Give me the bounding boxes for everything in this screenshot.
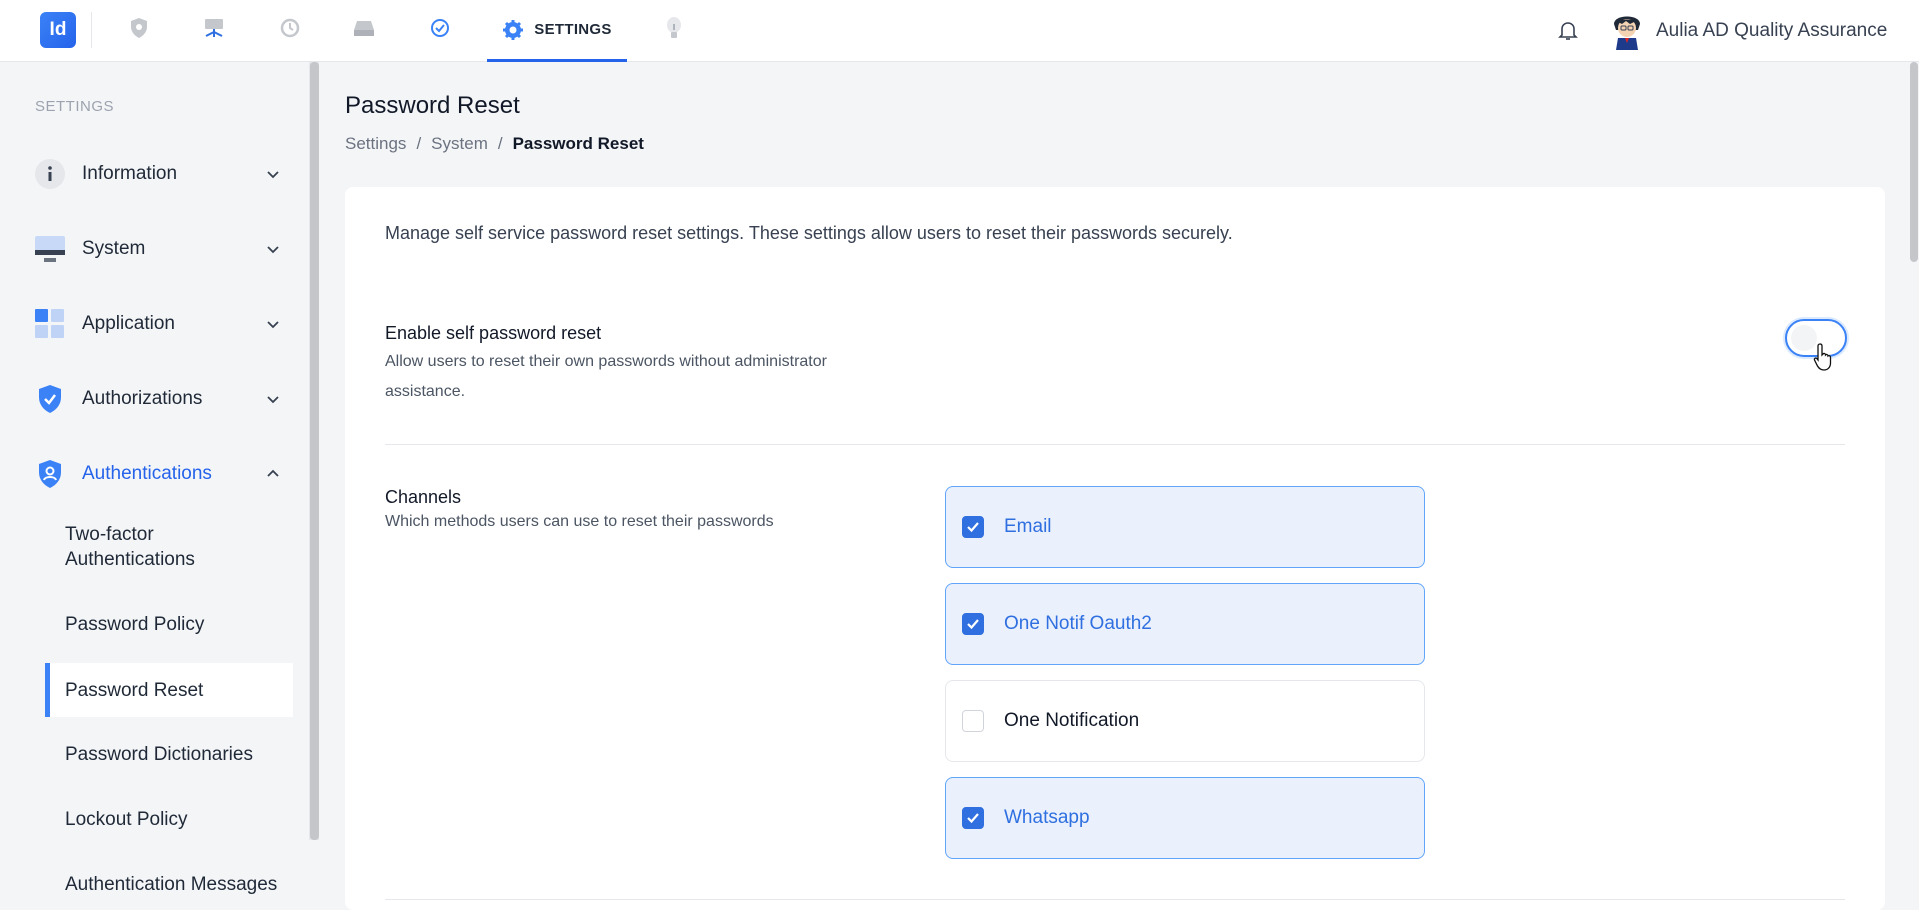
chevron-down-icon [267, 246, 279, 254]
sidebar-item-label: Application [82, 313, 175, 334]
avatar[interactable] [1608, 10, 1646, 50]
tab-settings[interactable]: SETTINGS [487, 0, 627, 62]
sidebar-item-label: Information [82, 163, 178, 184]
breadcrumb-separator: / [416, 134, 422, 153]
monitor-tree-icon[interactable] [202, 16, 226, 40]
channel-one-notification[interactable]: One Notification [945, 680, 1425, 762]
history-icon[interactable] [278, 16, 302, 40]
channel-label: Whatsapp [1004, 807, 1090, 828]
chevron-down-icon [267, 171, 279, 179]
gear-icon [503, 19, 524, 40]
channel-label: One Notification [1004, 710, 1140, 731]
sidebar-item-label: System [82, 238, 146, 259]
checkbox-checked[interactable] [962, 807, 984, 829]
sidebar-subitem-authentication-messages[interactable]: Authentication Messages [45, 872, 293, 897]
channel-label: One Notif Oauth2 [1004, 613, 1152, 634]
sidebar-subitem-two-factor[interactable]: Two-factor Authentications [45, 522, 293, 572]
subitem-label: Password Dictionaries [65, 744, 253, 765]
breadcrumb-current: Password Reset [512, 134, 644, 153]
username[interactable]: Aulia AD Quality Assurance [1656, 20, 1887, 42]
settings-card: Manage self service password reset setti… [345, 187, 1885, 910]
breadcrumb-system[interactable]: System [431, 134, 488, 154]
mouse-pointer-icon [1813, 343, 1832, 371]
channel-email[interactable]: Email [945, 486, 1425, 568]
main-scrollbar-thumb[interactable] [1910, 62, 1918, 262]
sidebar-item-label: Authorizations [82, 388, 203, 409]
subitem-label: Password Policy [65, 614, 205, 635]
subitem-label: Password Reset [65, 679, 204, 701]
checkbox-checked[interactable] [962, 516, 984, 538]
grid-icon [35, 309, 65, 339]
channel-label: Email [1004, 516, 1052, 537]
section-divider [385, 444, 1845, 445]
sidebar-item-system[interactable]: System [35, 232, 280, 266]
app-logo[interactable]: Id [40, 12, 76, 48]
breadcrumb-separator: / [497, 134, 503, 153]
sidebar-subitem-password-policy[interactable]: Password Policy [45, 612, 293, 637]
chevron-down-icon [267, 396, 279, 404]
chevron-down-icon [267, 321, 279, 329]
sidebar-subitem-lockout-policy[interactable]: Lockout Policy [45, 807, 293, 832]
channel-whatsapp[interactable]: Whatsapp [945, 777, 1425, 859]
breadcrumb: Settings / System / Password Reset [345, 134, 644, 154]
shield-user-icon [35, 459, 65, 489]
logo-divider [91, 12, 92, 48]
shield-icon[interactable] [127, 16, 151, 40]
subitem-label: Two-factor Authentications [65, 524, 195, 570]
checkbox-unchecked[interactable] [962, 710, 984, 732]
subitem-label: Authentication Messages [65, 874, 278, 895]
page-title: Password Reset [345, 92, 520, 119]
page-description: Manage self service password reset setti… [385, 223, 1233, 243]
sidebar-item-authorizations[interactable]: Authorizations [35, 382, 280, 416]
check-badge-icon[interactable] [428, 16, 452, 40]
sidebar-item-application[interactable]: Application [35, 307, 280, 341]
shield-check-icon [35, 384, 65, 414]
bulb-icon[interactable] [662, 16, 686, 40]
sidebar-subitem-password-dictionaries[interactable]: Password Dictionaries [45, 742, 293, 767]
sidebar-scrollbar-thumb[interactable] [310, 62, 319, 840]
drive-icon[interactable] [352, 16, 376, 40]
self-reset-subtitle: Allow users to reset their own passwords… [385, 353, 827, 400]
channels-title: Channels [385, 487, 462, 507]
section-divider [385, 899, 1845, 900]
sidebar-item-label: Authentications [82, 463, 212, 484]
sidebar-subitem-password-reset[interactable]: Password Reset [45, 663, 293, 717]
notification-bell-icon[interactable] [1556, 18, 1580, 42]
channel-one-notif-oauth2[interactable]: One Notif Oauth2 [945, 583, 1425, 665]
tab-settings-label: SETTINGS [534, 21, 612, 38]
computer-icon [35, 234, 65, 264]
checkbox-checked[interactable] [962, 613, 984, 635]
info-icon [35, 159, 65, 189]
top-navigation-bar: Id SETTINGS Aulia AD Quality Assurance [0, 0, 1919, 62]
subitem-label: Lockout Policy [65, 809, 188, 830]
breadcrumb-settings[interactable]: Settings [345, 134, 406, 154]
sidebar-item-authentications[interactable]: Authentications [35, 457, 280, 491]
chevron-up-icon [267, 469, 279, 477]
sidebar: SETTINGS Information System Application … [0, 62, 310, 910]
self-reset-title: Enable self password reset [385, 323, 602, 343]
logo-text: Id [49, 19, 67, 40]
sidebar-item-information[interactable]: Information [35, 157, 280, 191]
channels-subtitle: Which methods users can use to reset the… [385, 513, 774, 530]
sidebar-heading: SETTINGS [35, 98, 115, 115]
